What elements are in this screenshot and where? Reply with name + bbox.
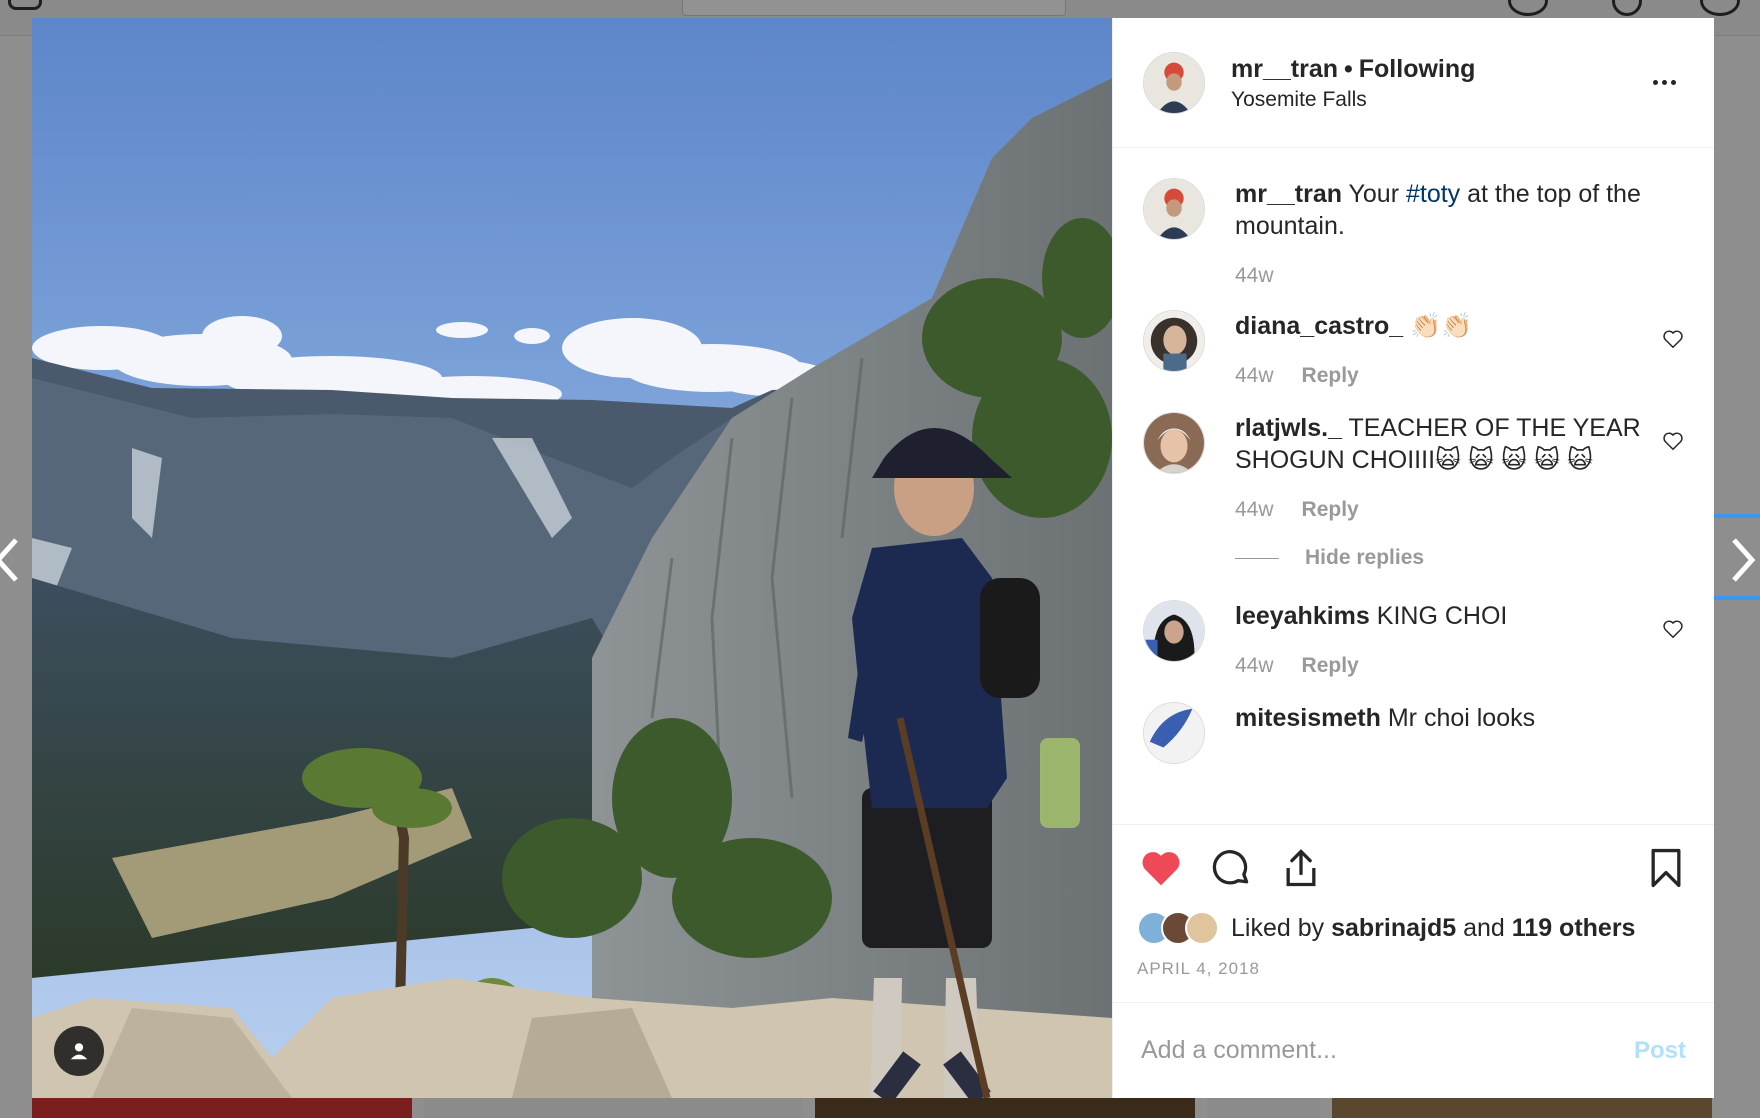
reply-button[interactable]: Reply xyxy=(1302,364,1359,388)
commenter-avatar[interactable] xyxy=(1143,412,1205,474)
caption-time[interactable]: 44w xyxy=(1235,264,1274,288)
comment-time[interactable]: 44w xyxy=(1235,364,1274,388)
comment-item: leeyahkims KING CHOI 44w Reply xyxy=(1143,600,1684,678)
liker-username[interactable]: sabrinajd5 xyxy=(1331,914,1456,943)
comment-username[interactable]: mitesismeth xyxy=(1235,704,1381,732)
likes-prefix: Liked by xyxy=(1231,913,1325,942)
comment-text: 👏🏻👏🏻 xyxy=(1410,312,1473,340)
caption-username[interactable]: mr__tran xyxy=(1235,180,1342,208)
more-options-button[interactable] xyxy=(1644,68,1684,98)
post-comment-button[interactable]: Post xyxy=(1634,1037,1686,1065)
next-post-arrow[interactable] xyxy=(1726,530,1760,590)
caption: mr__tran Your #toty at the top of the mo… xyxy=(1143,178,1684,288)
hashtag-link[interactable]: #toty xyxy=(1406,180,1460,208)
share-button[interactable] xyxy=(1277,844,1325,892)
likes-others-link[interactable]: 119 others xyxy=(1512,914,1636,943)
comment-item: diana_castro_ 👏🏻👏🏻 44w Reply xyxy=(1143,310,1684,388)
more-options-icon xyxy=(1652,80,1658,85)
reply-button[interactable]: Reply xyxy=(1302,654,1359,678)
hide-replies-button[interactable]: Hide replies xyxy=(1235,546,1684,570)
tagged-users-button[interactable] xyxy=(54,1026,104,1076)
commenter-avatar[interactable] xyxy=(1143,310,1205,372)
likes-summary: Liked by sabrinajd5 and 119 others xyxy=(1137,911,1690,945)
user-tag-icon xyxy=(70,1043,88,1060)
replies-divider xyxy=(1235,557,1279,559)
comment-button[interactable] xyxy=(1207,844,1255,892)
post-modal: mr__tran • Following Yosemite Falls mr__tr… xyxy=(32,18,1714,1098)
background-thumbnails xyxy=(32,1098,1712,1118)
hide-replies-label: Hide replies xyxy=(1305,546,1425,569)
heart-filled-icon xyxy=(1142,852,1180,886)
like-comment-button[interactable] xyxy=(1662,618,1684,640)
comment-item: mitesismeth Mr choi looks xyxy=(1143,702,1684,764)
chevron-right-icon xyxy=(1732,538,1756,582)
comment-input[interactable] xyxy=(1141,1036,1634,1065)
comment-text: Mr choi looks xyxy=(1387,704,1536,732)
comments-list[interactable]: mr__tran Your #toty at the top of the mo… xyxy=(1113,148,1714,824)
caption-text-before: Your xyxy=(1348,180,1400,208)
caption-avatar[interactable] xyxy=(1143,178,1205,240)
comment-time[interactable]: 44w xyxy=(1235,498,1274,522)
liker-avatar xyxy=(1185,911,1219,945)
post-side-panel: mr__tran • Following Yosemite Falls mr__tr… xyxy=(1112,18,1714,1098)
author-username[interactable]: mr__tran xyxy=(1231,55,1338,83)
following-button[interactable]: Following xyxy=(1359,55,1476,83)
reply-button[interactable]: Reply xyxy=(1302,498,1359,522)
comment-username[interactable]: diana_castro_ xyxy=(1235,312,1403,340)
caption-text: mr__tran Your #toty at the top of the mo… xyxy=(1235,178,1650,242)
heart-outline-icon xyxy=(1663,330,1683,349)
chevron-left-icon xyxy=(0,538,18,582)
comment-username[interactable]: rlatjwls._ xyxy=(1235,414,1342,442)
background-search-box xyxy=(682,0,1066,16)
post-photo[interactable] xyxy=(32,18,1112,1098)
commenter-avatar[interactable] xyxy=(1143,702,1205,764)
author-avatar[interactable] xyxy=(1143,51,1205,114)
comment-text: KING CHOI xyxy=(1376,602,1508,630)
location-link[interactable]: Yosemite Falls xyxy=(1231,88,1644,112)
save-button[interactable] xyxy=(1642,844,1690,892)
likes-connector: and xyxy=(1463,913,1505,942)
comment-item: rlatjwls._ TEACHER OF THE YEAR SHOGUN CH… xyxy=(1143,412,1684,522)
commenter-avatar[interactable] xyxy=(1143,600,1205,662)
post-date[interactable]: APRIL 4, 2018 xyxy=(1137,959,1690,979)
like-button[interactable] xyxy=(1137,844,1185,892)
like-comment-button[interactable] xyxy=(1662,430,1684,452)
like-comment-button[interactable] xyxy=(1662,328,1684,350)
liker-avatars[interactable] xyxy=(1137,911,1219,945)
bookmark-icon xyxy=(1651,848,1681,888)
comment-username[interactable]: leeyahkims xyxy=(1235,602,1370,630)
add-comment-bar: Post xyxy=(1113,1002,1714,1098)
comment-time[interactable]: 44w xyxy=(1235,654,1274,678)
heart-outline-icon xyxy=(1663,620,1683,639)
camera-logo-icon xyxy=(8,0,42,10)
previous-post-arrow[interactable] xyxy=(0,530,24,590)
heart-outline-icon xyxy=(1663,432,1683,451)
comment-bubble-icon xyxy=(1212,850,1249,885)
header-separator: • xyxy=(1344,54,1353,83)
post-actions: Liked by sabrinajd5 and 119 others APRIL… xyxy=(1113,824,1714,1002)
post-header: mr__tran • Following Yosemite Falls xyxy=(1113,18,1714,148)
mountain-landscape-image xyxy=(32,18,1112,1098)
share-icon xyxy=(1286,849,1316,887)
